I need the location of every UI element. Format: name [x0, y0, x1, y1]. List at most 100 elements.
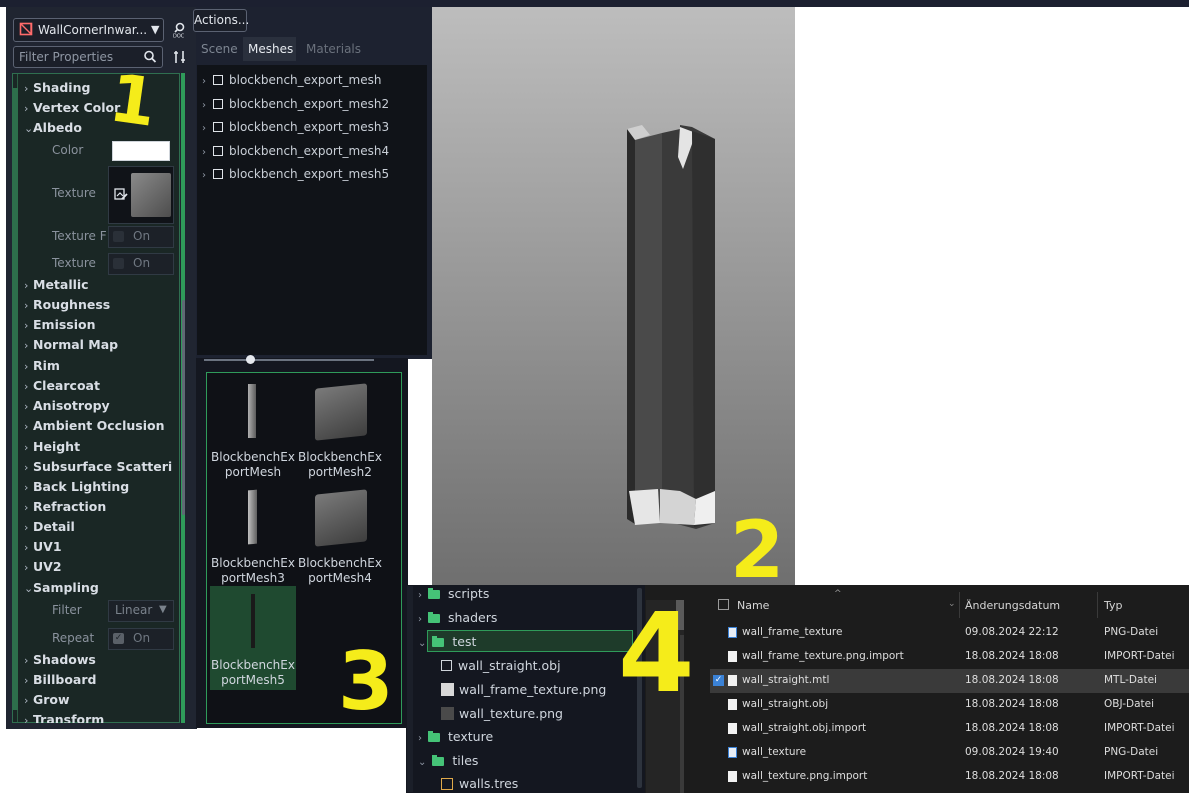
section-transform[interactable]: › Transform [24, 712, 104, 723]
section-normal-map[interactable]: › Normal Map [24, 337, 118, 352]
zoom-slider-track[interactable] [204, 359, 374, 361]
mesh-item[interactable]: › blockbench_export_mesh [202, 73, 381, 93]
mesh-preview [251, 594, 255, 648]
section-shadows[interactable]: › Shadows [24, 652, 96, 667]
fs-folder-row[interactable]: › shaders [418, 610, 497, 632]
section-uv2[interactable]: › UV2 [24, 559, 62, 574]
albedo-color-swatch[interactable] [112, 141, 170, 161]
thumbnail-item[interactable]: BlockbenchEx portMesh4 [297, 484, 383, 588]
albedo-texture-slot[interactable] [108, 166, 174, 224]
folder-icon [428, 731, 440, 742]
image-file-icon [441, 707, 454, 720]
section-emission[interactable]: › Emission [24, 317, 96, 332]
chevron-right-icon: › [202, 147, 206, 158]
chevron-right-icon: › [418, 614, 422, 625]
object-search-icon[interactable]: DOC [172, 22, 188, 38]
explorer-file-row[interactable]: wall_frame_texture.png.import 18.08.2024… [710, 645, 1189, 669]
annotation-number-3: 3 [338, 635, 394, 728]
sampling-filter-value: Linear [115, 603, 153, 617]
tab-scene[interactable]: Scene [196, 37, 243, 61]
mesh-item[interactable]: › blockbench_export_mesh5 [202, 167, 389, 187]
checkbox-icon [113, 231, 124, 242]
section-uv1[interactable]: › UV1 [24, 539, 62, 554]
section-shading[interactable]: › Shading [24, 80, 90, 95]
column-header-type[interactable]: Typ [1104, 599, 1123, 612]
thumbnail-item-selected[interactable]: BlockbenchEx portMesh5 [210, 586, 296, 690]
file-icon [728, 771, 737, 782]
tab-meshes[interactable]: Meshes [243, 37, 296, 61]
fs-file-row[interactable]: walls.tres [441, 776, 518, 798]
fs-file-row[interactable]: wall_straight.obj [441, 658, 561, 680]
actions-button[interactable]: Actions... [193, 9, 249, 32]
explorer-file-row[interactable]: wall_straight.obj.import 18.08.2024 18:0… [710, 717, 1189, 741]
fs-folder-row[interactable]: ⌄ tiles [418, 753, 478, 775]
thumbnail-item[interactable]: BlockbenchEx portMesh [210, 378, 296, 482]
chevron-right-icon: › [202, 100, 206, 111]
section-metallic[interactable]: › Metallic [24, 277, 89, 292]
file-icon [728, 723, 737, 734]
checkbox-checked-icon: ✓ [113, 633, 124, 644]
annotation-number-1: 1 [104, 59, 162, 142]
texture-force-srgb-toggle[interactable]: On [108, 226, 174, 248]
explorer-file-row[interactable]: wall_texture 09.08.2024 19:40 PNG-Datei [710, 741, 1189, 765]
section-albedo[interactable]: ⌄Albedo [24, 120, 82, 135]
section-anisotropy[interactable]: › Anisotropy [24, 398, 110, 413]
thumbnail-item[interactable]: BlockbenchEx portMesh3 [210, 484, 296, 588]
row-checkbox-checked[interactable]: ✓ [713, 675, 724, 686]
thumbnail-item[interactable]: BlockbenchEx portMesh2 [297, 378, 383, 482]
image-file-icon [728, 627, 737, 638]
albedo-texture-label: Texture [52, 186, 96, 200]
section-clearcoat[interactable]: › Clearcoat [24, 378, 100, 393]
fs-folder-test[interactable]: ⌄ test [418, 634, 476, 656]
section-subsurface-scattering[interactable]: › Subsurface Scatteri [24, 459, 172, 474]
mesh-item[interactable]: › blockbench_export_mesh3 [202, 120, 389, 140]
sampling-repeat-toggle[interactable]: ✓ On [108, 628, 174, 650]
fs-folder-row[interactable]: › scripts [418, 586, 489, 608]
section-detail[interactable]: › Detail [24, 519, 75, 534]
section-roughness[interactable]: › Roughness [24, 297, 110, 312]
filesystem-gutter [407, 586, 413, 792]
file-icon [728, 675, 737, 686]
sampling-filter-dropdown[interactable]: Linear ▼ [108, 600, 174, 622]
column-header-name[interactable]: Name [737, 599, 769, 612]
albedo-color-label: Color [52, 143, 84, 157]
section-sampling[interactable]: ⌄Sampling [24, 580, 99, 595]
section-height[interactable]: › Height [24, 439, 80, 454]
3d-viewport[interactable] [432, 7, 795, 585]
section-rim[interactable]: › Rim [24, 358, 60, 373]
section-billboard[interactable]: › Billboard [24, 672, 96, 687]
mesh-item[interactable]: › blockbench_export_mesh4 [202, 144, 389, 164]
explorer-file-row[interactable]: wall_texture.png.import 18.08.2024 18:08… [710, 765, 1189, 789]
section-vertex-color[interactable]: › Vertex Color [24, 100, 120, 115]
folder-icon [432, 755, 445, 766]
fs-file-row[interactable]: wall_texture.png [441, 706, 563, 728]
resource-file-icon [441, 778, 453, 790]
explorer-file-row-selected[interactable]: wall_straight.mtl 18.08.2024 18:08 MTL-D… [710, 669, 1189, 693]
texture-msdf-label: Texture [52, 256, 96, 270]
folder-icon [432, 636, 445, 647]
column-header-date[interactable]: Änderungsdatum [965, 599, 1060, 612]
column-divider [959, 592, 960, 618]
fs-file-row[interactable]: wall_frame_texture.png [441, 682, 606, 704]
select-all-checkbox[interactable] [718, 599, 729, 610]
mesh-item[interactable]: › blockbench_export_mesh2 [202, 97, 389, 117]
mesh-preview [315, 489, 367, 547]
texture-msdf-toggle[interactable]: On [108, 253, 174, 275]
explorer-file-row[interactable]: wall_straight.obj 18.08.2024 18:08 OBJ-D… [710, 693, 1189, 717]
section-ambient-occlusion[interactable]: › Ambient Occlusion [24, 418, 164, 433]
texture-preview [131, 173, 171, 217]
section-back-lighting[interactable]: › Back Lighting [24, 479, 129, 494]
column-divider [1097, 592, 1098, 618]
section-grow[interactable]: › Grow [24, 692, 70, 707]
chevron-down-icon: ⌄ [418, 638, 427, 649]
tools-icon[interactable] [172, 49, 188, 65]
tab-materials[interactable]: Materials [301, 37, 366, 61]
mesh-file-icon [441, 660, 452, 671]
section-refraction[interactable]: › Refraction [24, 499, 106, 514]
zoom-slider-grabber[interactable] [246, 355, 255, 364]
fs-folder-row[interactable]: › texture [418, 729, 493, 751]
explorer-file-row[interactable]: wall_frame_texture 09.08.2024 22:12 PNG-… [710, 621, 1189, 645]
inspector-scrollbar-thumb[interactable] [182, 300, 185, 515]
texture-force-srgb-label: Texture F [52, 229, 107, 243]
resource-selector[interactable]: WallCornerInwar... ▼ [13, 18, 164, 42]
